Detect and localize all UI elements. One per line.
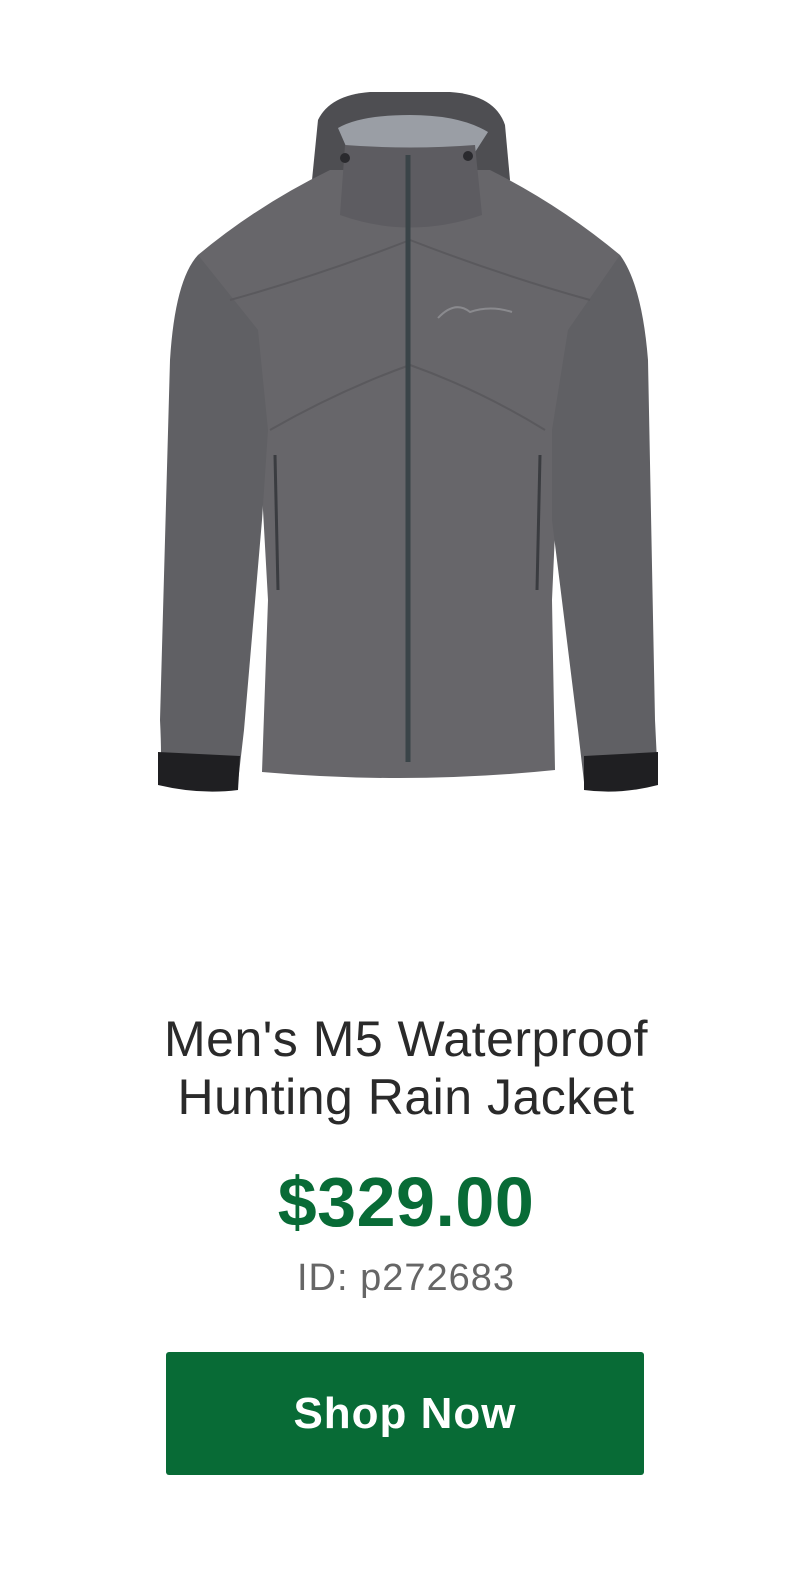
product-image-link[interactable] [0, 0, 812, 960]
shop-now-button[interactable]: Shop Now [166, 1352, 644, 1475]
product-price: $329.00 [277, 1163, 535, 1241]
rain-jacket-image [158, 92, 658, 792]
product-title-line2: Hunting Rain Jacket [177, 1069, 635, 1125]
product-title-line1: Men's M5 Waterproof [163, 1011, 648, 1067]
product-id: ID: p272683 [296, 1257, 516, 1299]
product-card: Men's M5 Waterproof Hunting Rain Jacket … [0, 0, 812, 1570]
product-title: Men's M5 Waterproof Hunting Rain Jacket [0, 1010, 812, 1126]
